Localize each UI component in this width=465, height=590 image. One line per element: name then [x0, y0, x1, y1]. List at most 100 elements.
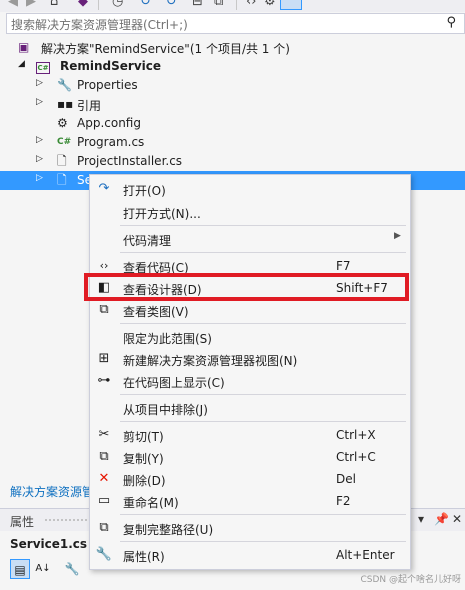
menu-item-label: 重命名(M)	[123, 496, 179, 510]
sync-icon[interactable]: ↻	[140, 0, 151, 10]
menu-item-label: 在代码图上显示(C)	[123, 376, 225, 390]
menu-item-scope-to-this[interactable]: 限定为此范围(S)	[90, 326, 410, 348]
search-box[interactable]: 搜索解决方案资源管理器(Ctrl+;) ⚲	[6, 13, 465, 34]
preview-toggle-button[interactable]	[280, 0, 302, 10]
copy-icon: ⧉	[99, 449, 109, 464]
properties-title: 属性	[10, 515, 35, 529]
toolbar-separator	[98, 0, 99, 10]
menu-item-label: 打开(O)	[123, 184, 166, 198]
show-all-files-icon[interactable]: ⧉	[214, 0, 223, 10]
menu-item-label: 打开方式(N)...	[123, 207, 201, 221]
menu-item-shortcut: Alt+Enter	[336, 548, 395, 562]
tree-item-label: Program.cs	[77, 135, 145, 149]
menu-item-shortcut: Del	[336, 472, 356, 486]
menu-item-shortcut: Ctrl+X	[336, 428, 376, 442]
menu-item-label: 查看类图(V)	[123, 305, 189, 319]
rename-icon: ▭	[97, 493, 111, 508]
menu-item-exclude-from-project[interactable]: 从项目中排除(J)	[90, 397, 410, 419]
menu-item-copy[interactable]: ⧉ 复制(Y) Ctrl+C	[90, 446, 410, 468]
expand-arrow-icon[interactable]: ▷	[36, 154, 43, 164]
solution-label: 解决方案"RemindService"(1 个项目/共 1 个)	[41, 42, 290, 56]
menu-item-open[interactable]: ↷ 打开(O)	[90, 178, 410, 200]
copy-path-icon: ⧉	[99, 520, 109, 535]
menu-item-copy-full-path[interactable]: ⧉ 复制完整路径(U)	[90, 517, 410, 539]
collapse-arrow-icon[interactable]: ◢	[18, 59, 25, 69]
context-menu: ↷ 打开(O) 打开方式(N)... 代码清理 ▶ ‹› 查看代码(C) F7 …	[89, 174, 411, 570]
designer-file-icon: 🗋	[57, 173, 67, 187]
menu-separator	[120, 541, 406, 542]
menu-item-label: 剪切(T)	[123, 430, 164, 444]
menu-item-delete[interactable]: ✕ 删除(D) Del	[90, 468, 410, 490]
expand-arrow-icon[interactable]: ▷	[36, 173, 43, 183]
menu-item-show-on-code-map[interactable]: ⊶ 在代码图上显示(C)	[90, 370, 410, 392]
forward-icon[interactable]: ▶	[26, 0, 36, 10]
menu-item-rename[interactable]: ▭ 重命名(M) F2	[90, 490, 410, 512]
references-icon: ▪▪	[57, 97, 74, 111]
tree-row-program-cs[interactable]: ▷ C# Program.cs	[0, 133, 465, 152]
class-diagram-icon: ⧉	[99, 302, 109, 317]
menu-item-label: 删除(D)	[123, 474, 166, 488]
menu-separator	[120, 323, 406, 324]
search-icon[interactable]: ⚲	[446, 15, 456, 30]
csharp-file-icon: C#	[57, 137, 72, 147]
close-icon[interactable]: ✕	[452, 512, 462, 526]
wrench-icon: 🔧	[57, 78, 72, 92]
alphabetical-icon[interactable]: A↓	[33, 559, 53, 579]
back-icon[interactable]: ◀	[8, 0, 18, 10]
switch-views-icon[interactable]: ◆	[78, 0, 88, 10]
tree-row-references[interactable]: ▷ ▪▪ 引用	[0, 95, 465, 114]
code-map-icon: ⊶	[97, 373, 111, 388]
pin-icon[interactable]: 📌	[434, 512, 449, 526]
menu-item-cut[interactable]: ✂ 剪切(T) Ctrl+X	[90, 424, 410, 446]
menu-item-label: 复制(Y)	[123, 452, 164, 466]
tree-item-label: 引用	[77, 99, 102, 113]
menu-item-view-class-diagram[interactable]: ⧉ 查看类图(V)	[90, 299, 410, 321]
tree-row-app-config[interactable]: ⚙ App.config	[0, 114, 465, 133]
wrench-icon: 🔧	[95, 547, 113, 562]
tree-item-label: ProjectInstaller.cs	[77, 154, 183, 168]
delete-icon: ✕	[98, 471, 110, 486]
toolbar: ◀ ▶ ⌂ ◆ ◷ ↻ ↺ ⊟ ⧉ ‹› ⚙	[0, 0, 465, 12]
annotation-highlight-box	[84, 273, 409, 301]
wrench-icon[interactable]: 🔧	[62, 559, 82, 579]
search-input[interactable]: 搜索解决方案资源管理器(Ctrl+;)	[11, 16, 188, 33]
tree-item-label: Properties	[77, 78, 138, 92]
dropdown-arrow-icon[interactable]: ▾	[418, 512, 424, 526]
expand-arrow-icon[interactable]: ▷	[36, 78, 43, 88]
menu-item-label: 复制完整路径(U)	[123, 523, 214, 537]
tree-item-label: App.config	[77, 116, 141, 130]
settings-icon[interactable]: ⚙	[264, 0, 276, 10]
menu-item-properties[interactable]: 🔧 属性(R) Alt+Enter	[90, 544, 410, 566]
toolbar-separator	[236, 0, 237, 10]
history-icon[interactable]: ◷	[112, 0, 123, 10]
project-label: RemindService	[60, 59, 162, 73]
menu-separator	[120, 514, 406, 515]
expand-arrow-icon[interactable]: ▷	[36, 97, 43, 107]
refresh-icon[interactable]: ↺	[166, 0, 177, 10]
home-icon[interactable]: ⌂	[50, 0, 58, 10]
solution-explorer-tab[interactable]: 解决方案资源管	[10, 483, 94, 500]
menu-separator	[120, 252, 406, 253]
menu-separator	[120, 421, 406, 422]
menu-item-shortcut: F7	[336, 259, 351, 273]
menu-item-label: 从项目中排除(J)	[123, 403, 208, 417]
menu-item-new-explorer-view[interactable]: ⊞ 新建解决方案资源管理器视图(N)	[90, 348, 410, 370]
tree-row-project[interactable]: ◢ C# RemindService	[0, 57, 465, 76]
menu-item-label: 限定为此范围(S)	[123, 332, 212, 346]
tree-row-properties[interactable]: ▷ 🔧 Properties	[0, 76, 465, 95]
designer-file-icon: 🗋	[57, 154, 67, 168]
categorized-icon[interactable]: ▤	[10, 559, 30, 579]
expand-arrow-icon[interactable]: ▷	[36, 135, 43, 145]
code-icon[interactable]: ‹›	[246, 0, 256, 10]
menu-item-label: 代码清理	[123, 234, 172, 248]
menu-item-shortcut: F2	[336, 494, 351, 508]
menu-item-code-cleanup[interactable]: 代码清理 ▶	[90, 228, 410, 250]
menu-separator	[120, 394, 406, 395]
open-icon: ↷	[98, 181, 110, 196]
new-view-icon: ⊞	[98, 351, 110, 366]
collapse-all-icon[interactable]: ⊟	[192, 0, 203, 10]
tree-row-projectinstaller[interactable]: ▷ 🗋 ProjectInstaller.cs	[0, 152, 465, 171]
chevron-right-icon: ▶	[394, 231, 401, 241]
tree-row-solution[interactable]: ▣ 解决方案"RemindService"(1 个项目/共 1 个)	[0, 38, 465, 57]
menu-item-open-with[interactable]: 打开方式(N)...	[90, 201, 410, 223]
